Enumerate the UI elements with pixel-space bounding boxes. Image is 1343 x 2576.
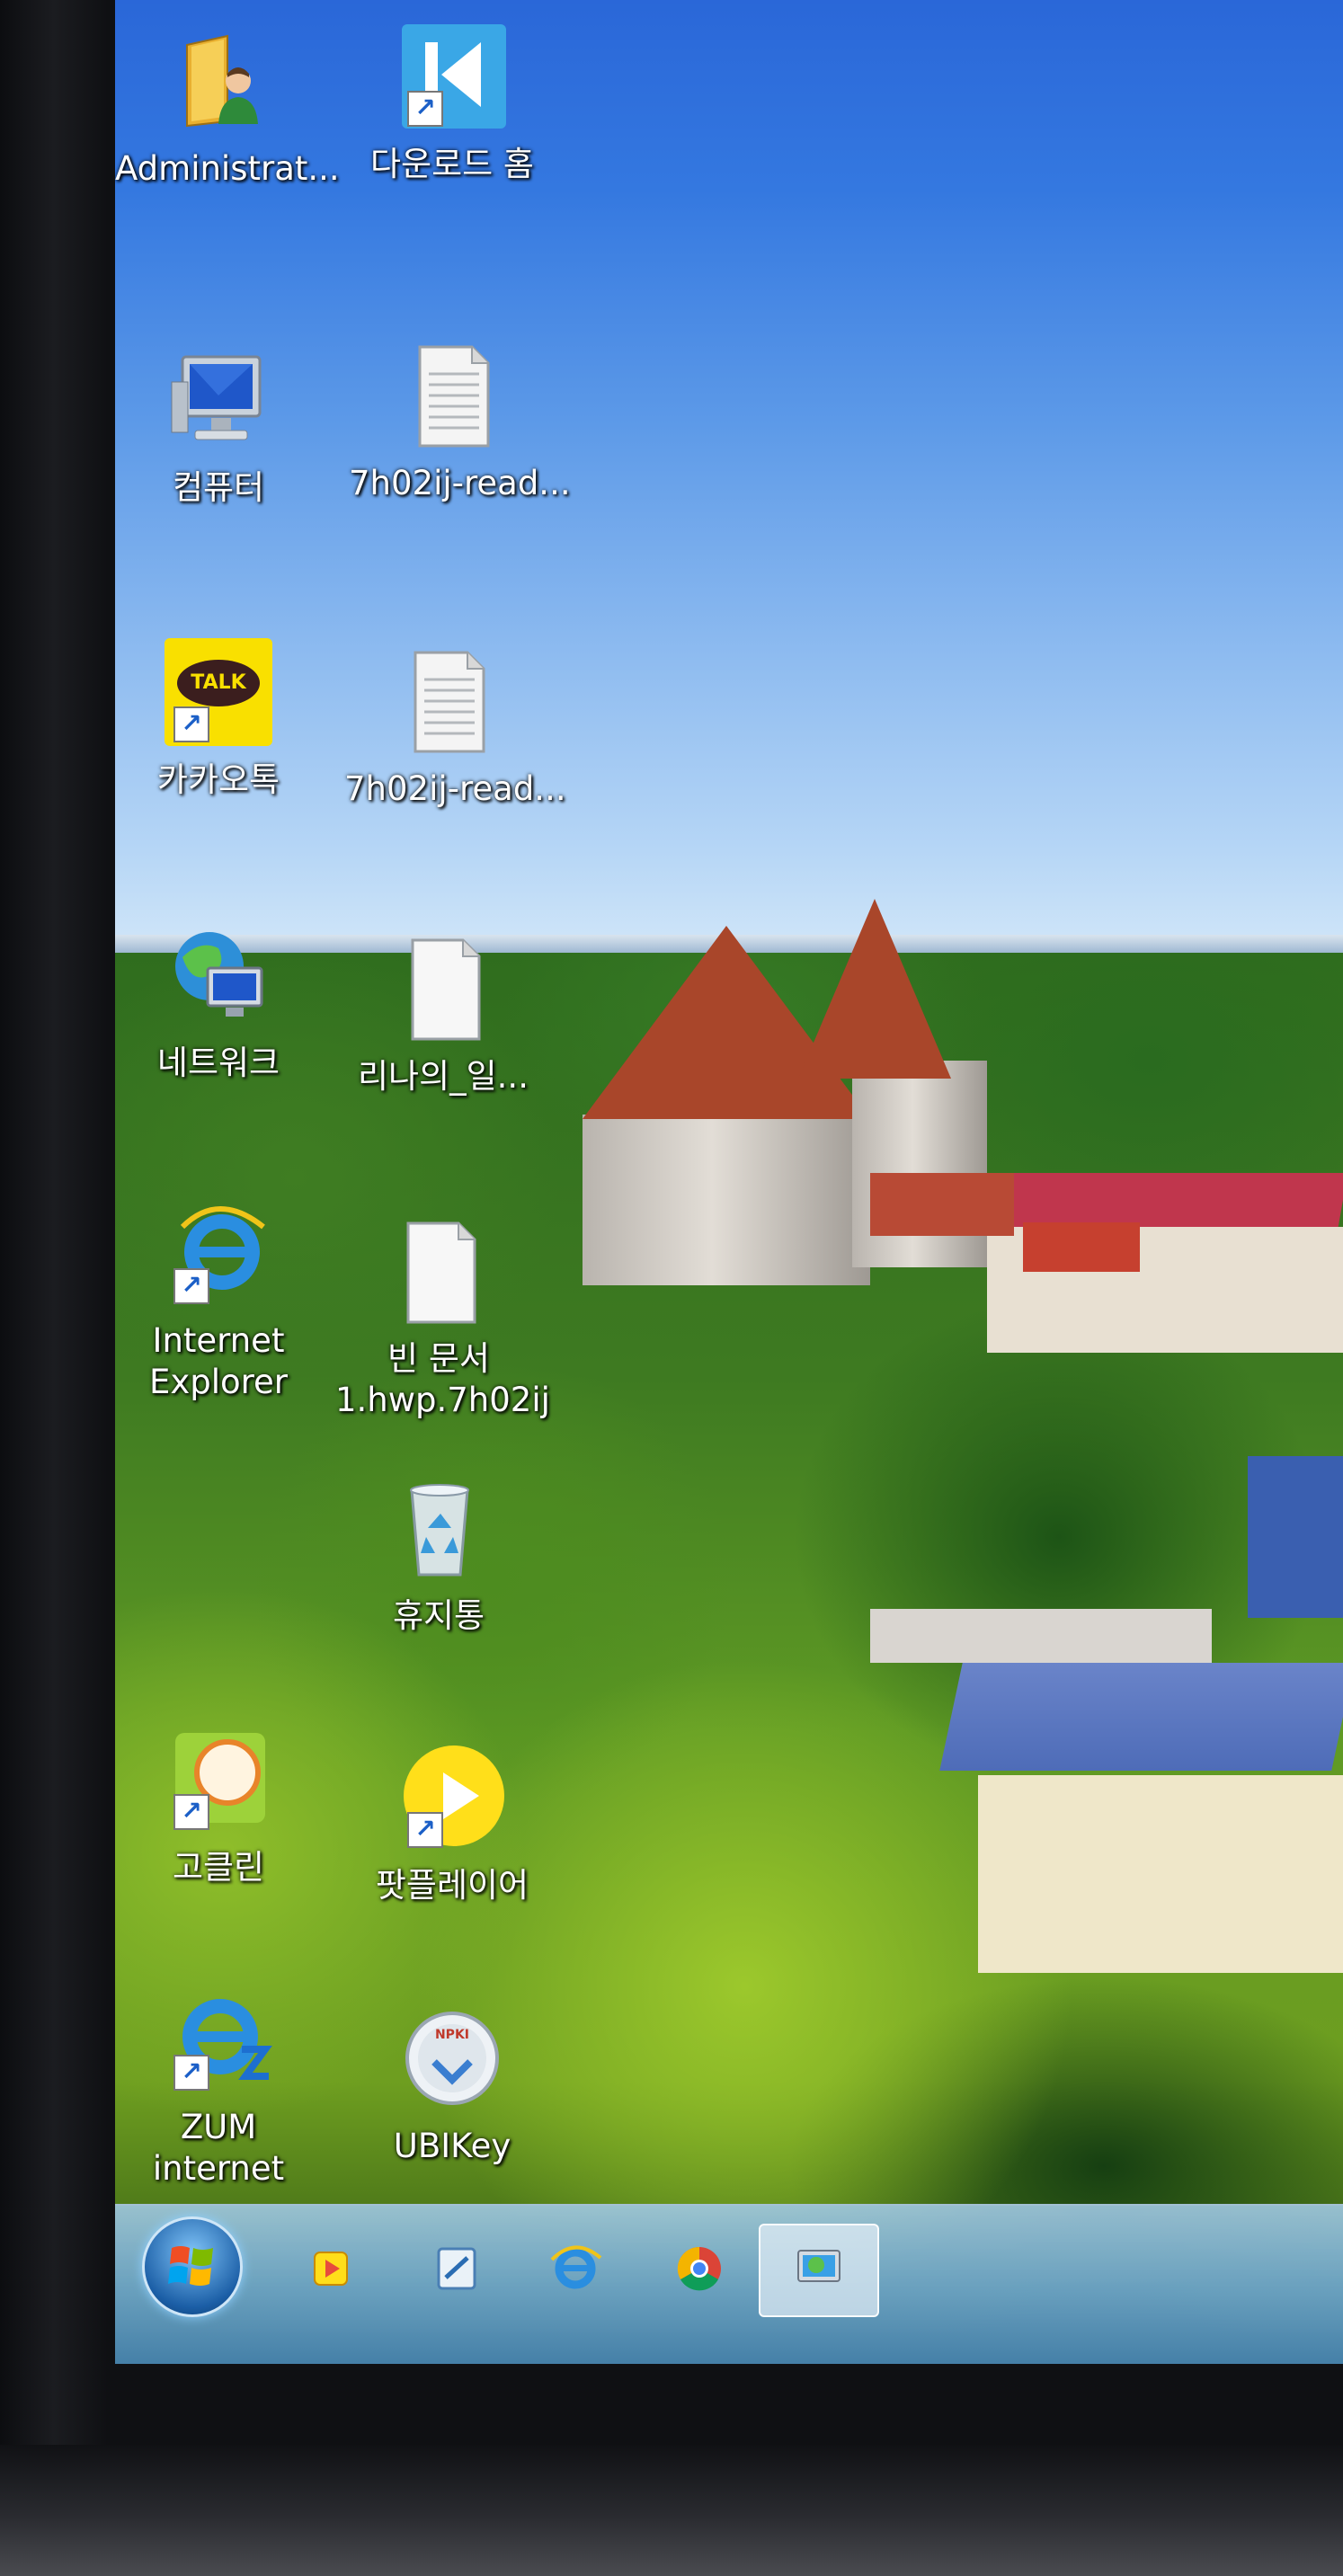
wallpaper-tower-left [583,1115,870,1285]
taskbar [115,2204,1343,2364]
desktop-icon-label: 네트워크 [156,1044,280,1082]
desktop-icon-label: 휴지통 [392,1596,485,1635]
desktop-icon-kakaotalk[interactable]: TALK ↗ 카카오톡 [115,638,322,802]
ubikey-icon: NPKI [398,2004,506,2112]
desktop-icon-potplayer[interactable]: ↗ 팟플레이어 [349,1744,556,1907]
internet-explorer-icon: ↗ [165,1200,272,1308]
wallpaper-cream-building [978,1775,1343,1973]
desktop-icon-label: 7h02ij-read... [349,464,571,502]
shortcut-arrow-icon: ↗ [173,1268,209,1304]
shortcut-arrow-icon: ↗ [173,2055,209,2091]
taskbar-chrome[interactable] [663,2233,735,2305]
blank-file-icon [389,935,497,1043]
computer-icon [165,346,272,454]
wallpaper-roof-right [798,899,951,1079]
desktop-icon-readme-2[interactable]: 7h02ij-read... [344,647,566,811]
wallpaper-red-roof-2 [870,1173,1014,1236]
text-file-icon [394,647,502,755]
hancom-icon [437,2247,476,2290]
desktop-icon-label: UBIKey [393,2127,511,2165]
desktop-icon-label: 팟플레이어 [375,1866,529,1905]
taskbar-hancom[interactable] [421,2233,493,2305]
network-icon [165,921,272,1029]
zum-internet-icon: ↗ [165,1986,272,2094]
desktop-icon-recycle-bin[interactable]: 휴지통 [335,1474,542,1638]
desktop-icon-label: 빈 문서 1.hwp.7h02ij [335,1339,550,1419]
wallpaper-red-roof [973,1173,1343,1227]
desktop-icon-rina-diary[interactable]: 리나의_일... [340,935,547,1098]
desktop-icon-download-home[interactable]: ↗ 다운로드 홈 [349,22,556,186]
desktop-icon-blank-document[interactable]: 빈 문서 1.hwp.7h02ij [335,1218,550,1421]
windows-logo-icon [168,2246,213,2286]
desktop-icon-computer[interactable]: 컴퓨터 [115,346,322,510]
monitor-bezel-bottom [0,2445,1343,2576]
desktop-icon-goclean[interactable]: ↗ 고클린 [115,1726,322,1889]
kakaotalk-icon: TALK ↗ [165,638,272,746]
desktop-icon-label: ZUM internet [152,2108,285,2188]
shortcut-arrow-icon: ↗ [407,91,443,127]
desktop-icon-label: 카카오톡 [156,760,280,799]
start-button[interactable] [142,2216,243,2317]
potplayer-icon [314,2252,348,2286]
text-file-icon [398,342,506,449]
download-home-icon: ↗ [398,22,506,130]
desktop-icon-zum-internet[interactable]: ↗ ZUM internet [115,1986,322,2190]
shortcut-arrow-icon: ↗ [173,706,209,742]
desktop-icon-label: 리나의_일... [358,1057,529,1096]
taskbar-network[interactable] [759,2224,879,2317]
taskbar-potplayer[interactable] [295,2233,367,2305]
blank-file-icon [385,1218,493,1326]
wallpaper-blue-roof-2 [1248,1456,1343,1618]
desktop-screen: Administrat... 컴퓨터 TALK ↗ 카카오톡 네트워크 ↗ In… [115,0,1343,2364]
desktop-icon-readme-1[interactable]: 7h02ij-read... [349,342,571,505]
desktop-icon-label: 고클린 [172,1848,265,1887]
wallpaper-tower-right [852,1061,987,1267]
shortcut-arrow-icon: ↗ [407,1812,443,1848]
desktop-icon-network[interactable]: 네트워크 [115,921,322,1085]
shortcut-arrow-icon: ↗ [173,1794,209,1830]
wallpaper-chimneys [870,1609,1212,1663]
desktop-icon-internet-explorer[interactable]: ↗ Internet Explorer [115,1200,322,1403]
talk-bubble: TALK [177,660,260,706]
desktop-icon-ubikey[interactable]: NPKI UBIKey [349,2004,556,2168]
user-folder-icon [165,27,272,135]
wallpaper-red-roof-3 [1023,1222,1140,1272]
taskbar-internet-explorer[interactable] [539,2233,611,2305]
desktop-icon-label: Internet Explorer [148,1321,289,1401]
desktop-icon-label: 다운로드 홈 [370,145,534,183]
desktop-icon-administrator[interactable]: Administrat... [115,27,340,191]
npki-badge: NPKI [434,2028,470,2042]
potplayer-icon: ↗ [398,1744,506,1852]
desktop-icon-label: 7h02ij-read... [344,769,566,808]
goclean-icon: ↗ [165,1726,272,1834]
wallpaper-blue-roof [939,1663,1343,1771]
network-icon [797,2250,840,2282]
recycle-bin-icon [385,1474,493,1582]
desktop-icon-label: Administrat... [115,149,340,188]
chrome-icon [677,2246,721,2291]
internet-explorer-icon [550,2245,602,2289]
desktop-icon-label: 컴퓨터 [172,468,265,507]
